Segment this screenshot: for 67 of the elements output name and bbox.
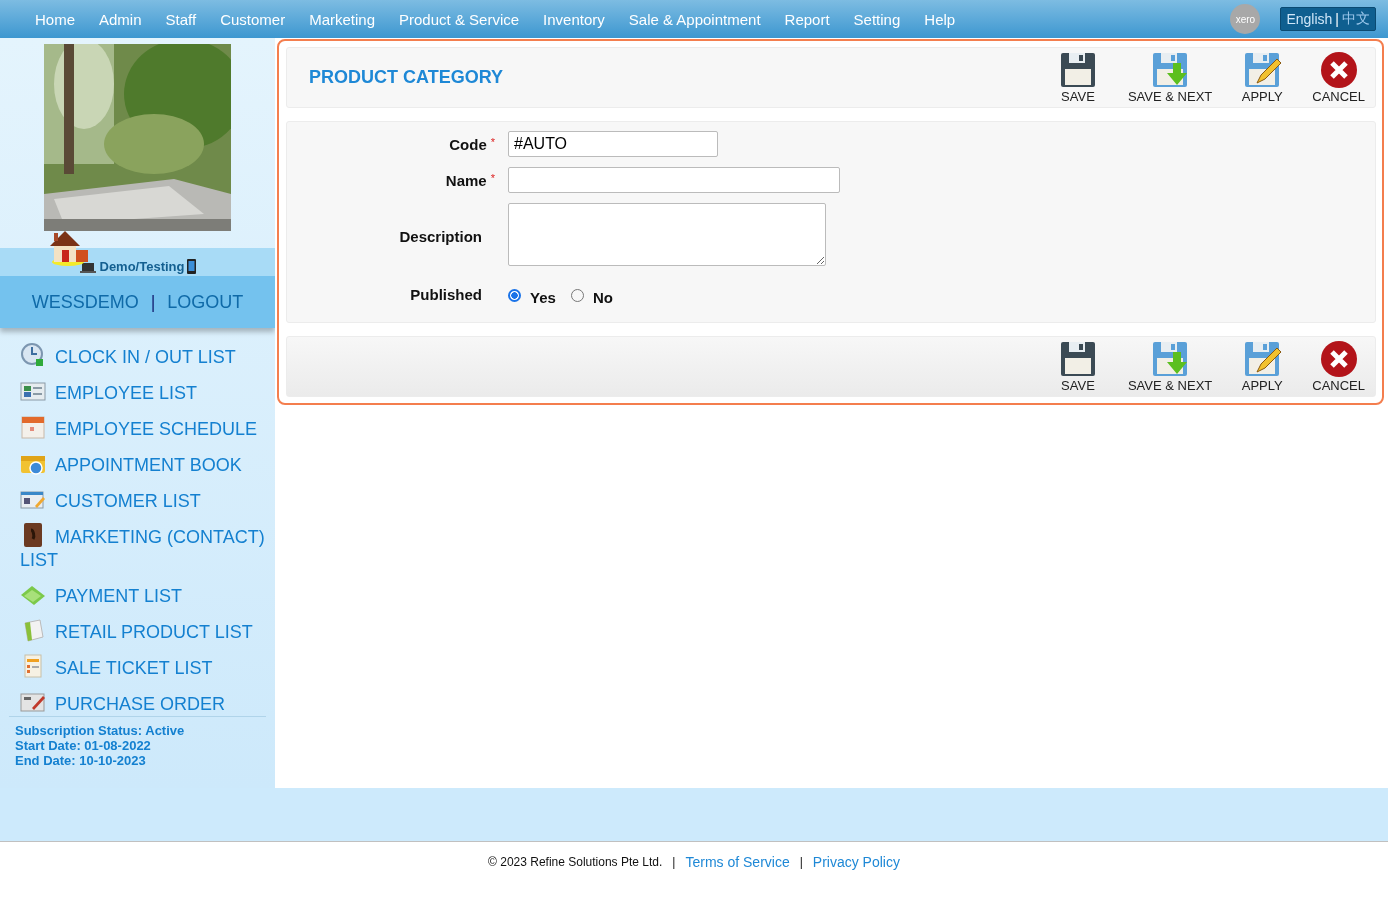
house-icon	[48, 228, 90, 267]
floppy-pencil-icon	[1243, 340, 1282, 378]
nav-link[interactable]: Setting	[841, 10, 913, 28]
radio-label: Yes	[530, 289, 556, 306]
phone-icon	[186, 259, 196, 275]
sidebar-item[interactable]: MARKETING (CONTACT) LIST	[20, 522, 265, 573]
logout-link[interactable]: LOGOUT	[167, 291, 244, 313]
field-label: Description	[399, 228, 482, 245]
radio-button[interactable]	[508, 289, 521, 302]
nav-link[interactable]: Home	[23, 10, 87, 28]
description-field[interactable]	[508, 203, 826, 266]
close-icon	[1319, 340, 1358, 378]
calendar-icon	[20, 414, 46, 441]
sidebar-item[interactable]: RETAIL PRODUCT LIST	[20, 617, 265, 645]
cancel-button[interactable]: CANCEL	[1312, 51, 1365, 104]
radio-label: No	[592, 289, 613, 306]
cancel-button[interactable]: CANCEL	[1312, 340, 1365, 393]
separator: |	[150, 291, 156, 313]
required-mark: *	[490, 135, 495, 148]
nav-link[interactable]: Sale & Appointment	[616, 10, 773, 28]
apply-button[interactable]: APPLY	[1236, 340, 1289, 393]
page-title: PRODUCT CATEGORY	[309, 67, 504, 88]
laptop-icon	[79, 262, 96, 275]
footer-link[interactable]: Terms of Service	[685, 854, 790, 870]
footer-link[interactable]: Privacy Policy	[812, 854, 900, 870]
code-field[interactable]: #AUTO	[508, 131, 718, 157]
sidebar-item[interactable]: CUSTOMER LIST	[20, 486, 265, 514]
sidebar-item[interactable]: EMPLOYEE LIST	[20, 378, 265, 406]
nav-link[interactable]: Inventory	[531, 10, 617, 28]
save-next-button[interactable]: SAVE & NEXT	[1127, 51, 1213, 104]
sidebar-item[interactable]: CLOCK IN / OUT LIST	[20, 342, 265, 370]
field-label: Code	[449, 135, 487, 153]
name-field[interactable]	[508, 167, 840, 193]
language-option[interactable]: English	[1286, 11, 1333, 27]
sidebar-item[interactable]: APPOINTMENT BOOK	[20, 450, 265, 478]
xero-button[interactable]: xero	[1230, 4, 1261, 34]
nav-link[interactable]: Marketing	[297, 10, 388, 28]
nav-link[interactable]: Report	[772, 10, 842, 28]
field-label: Published	[410, 285, 482, 303]
separator: |	[799, 854, 803, 870]
save-next-button[interactable]: SAVE & NEXT	[1127, 340, 1213, 393]
clock-icon	[20, 342, 46, 369]
subscription-info: Start Date: 01-08-2022	[15, 738, 152, 754]
sidebar-item[interactable]: PAYMENT LIST	[20, 581, 265, 609]
subscription-info: Subscription Status: Active	[15, 723, 186, 739]
nav-link[interactable]: Customer	[208, 10, 298, 28]
sidebar-item[interactable]: EMPLOYEE SCHEDULE	[20, 414, 265, 442]
close-icon	[1319, 51, 1358, 89]
subscription-info: End Date: 10-10-2023	[15, 753, 147, 769]
nav-link[interactable]: Help	[912, 10, 968, 28]
language-option[interactable]: 中文	[1342, 10, 1370, 28]
environment-label: Demo/Testing	[99, 259, 185, 275]
sidebar-item[interactable]: SALE TICKET LIST	[20, 653, 265, 681]
required-mark: *	[490, 171, 495, 184]
apply-button[interactable]: APPLY	[1236, 51, 1289, 104]
floppy-pencil-icon	[1243, 51, 1282, 89]
separator: |	[672, 854, 676, 870]
nav-link[interactable]: Product & Service	[387, 10, 532, 28]
save-button[interactable]: SAVE	[1051, 51, 1104, 104]
username-link[interactable]: WESSDEMO	[31, 291, 139, 313]
separator: |	[1335, 11, 1339, 27]
sidebar-item[interactable]: PURCHASE ORDER	[20, 689, 265, 717]
nav-link[interactable]: Staff	[153, 10, 209, 28]
nav-link[interactable]: Admin	[87, 10, 154, 28]
save-button[interactable]: SAVE	[1051, 340, 1104, 393]
field-label: Name	[445, 171, 487, 189]
copyright-text: © 2023 Refine Solutions Pte Ltd.	[488, 854, 663, 870]
